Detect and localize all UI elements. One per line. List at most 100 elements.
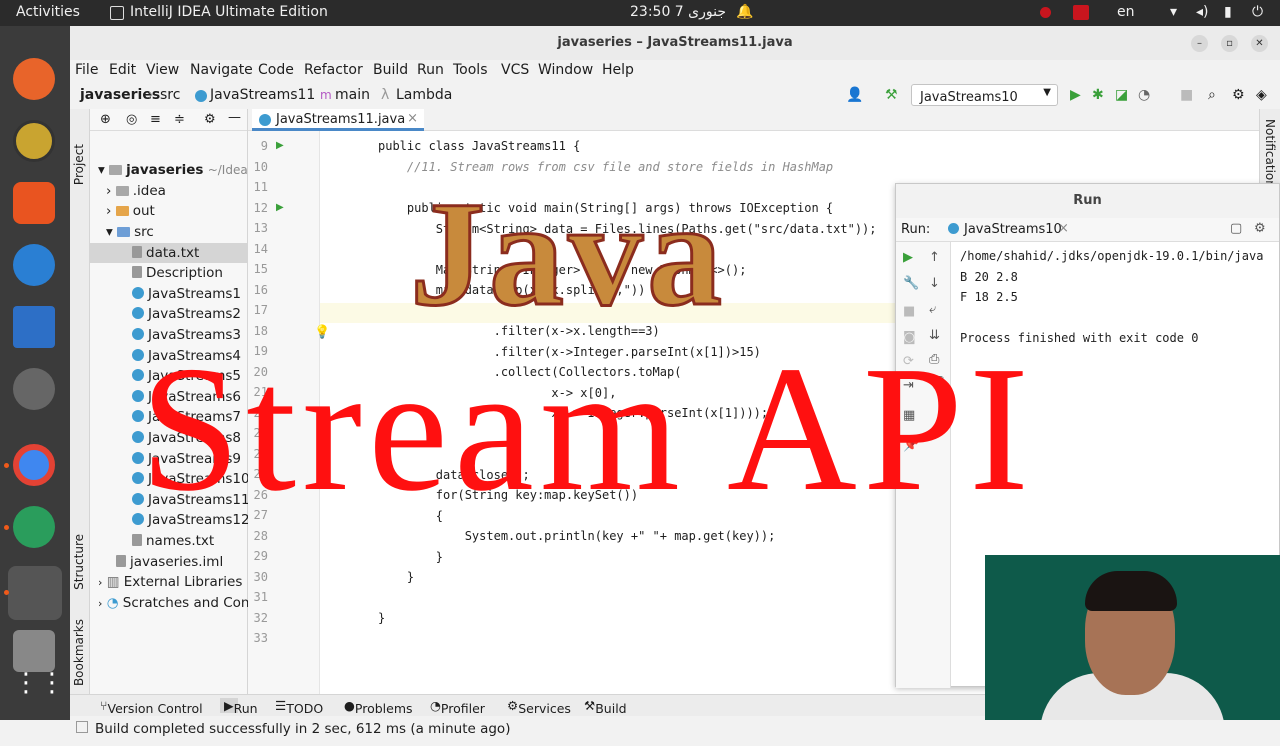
soft-wrap-icon[interactable]: ⤶ — [929, 302, 936, 317]
tree-item[interactable]: JavaStreams4 — [132, 346, 241, 366]
app-name[interactable]: IntelliJ IDEA Ultimate Edition — [130, 4, 328, 20]
drive-icon[interactable] — [13, 630, 55, 672]
print-icon[interactable]: ⎙ — [929, 352, 939, 367]
tree-item-selected[interactable]: data.txt — [90, 243, 247, 263]
coverage-icon[interactable]: ◪ — [1115, 87, 1128, 103]
writer-icon[interactable] — [13, 306, 55, 348]
tree-item[interactable]: JavaStreams3 — [132, 325, 241, 345]
power-menu-icon[interactable]: ⏻ — [1252, 4, 1263, 20]
scroll-up-icon[interactable]: ↑ — [929, 250, 940, 265]
tree-item[interactable]: JavaStreams10 — [132, 469, 250, 489]
settings-icon[interactable]: ⚙ — [204, 112, 216, 127]
menu-run[interactable]: Run — [417, 62, 444, 78]
menu-vcs[interactable]: VCS — [501, 62, 529, 78]
tree-root[interactable]: ▾ javaseries ~/IdeaPro — [98, 160, 267, 180]
run-gutter-icon[interactable]: ▶ — [276, 140, 284, 151]
tree-item[interactable]: JavaStreams6 — [132, 387, 241, 407]
chrome-icon[interactable] — [13, 444, 55, 486]
project-tool-tab[interactable]: Project — [72, 144, 86, 185]
show-apps-icon[interactable]: ⋮⋮ — [13, 668, 65, 710]
screen-share-icon[interactable] — [1073, 5, 1089, 20]
tree-item[interactable]: javaseries.iml — [116, 552, 223, 572]
add-icon[interactable]: ⊕ — [100, 112, 111, 127]
menu-tools[interactable]: Tools — [453, 62, 488, 78]
menu-view[interactable]: View — [146, 62, 179, 78]
tree-item[interactable]: JavaStreams12 — [132, 510, 250, 530]
profile-icon[interactable]: ◔ — [1138, 87, 1150, 103]
menu-refactor[interactable]: Refactor — [304, 62, 363, 78]
run-icon[interactable]: ▶ — [1070, 87, 1081, 103]
search-icon[interactable]: ⌕ — [1208, 87, 1216, 103]
locate-icon[interactable]: ◎ — [126, 112, 137, 127]
status-icon[interactable] — [76, 721, 88, 733]
tree-item[interactable]: JavaStreams2 — [132, 304, 241, 324]
debug-icon[interactable]: ✱ — [1092, 87, 1104, 103]
layout-icon[interactable]: ▦ — [903, 408, 915, 423]
close-run-tab-icon[interactable]: × — [1058, 221, 1069, 236]
help-icon[interactable] — [13, 244, 55, 286]
structure-tool-tab[interactable]: Structure — [72, 534, 86, 590]
browser-icon[interactable] — [13, 506, 55, 548]
software-updater-icon[interactable] — [13, 368, 55, 410]
firefox-icon[interactable] — [13, 58, 55, 100]
status-message[interactable]: Build completed successfully in 2 sec, 6… — [95, 721, 510, 737]
tree-item[interactable]: JavaStreams9 — [132, 449, 241, 469]
bell-icon[interactable]: 🔔 — [736, 4, 753, 20]
record-icon[interactable] — [1040, 7, 1051, 18]
todo-tab[interactable]: ☰ TODO — [275, 698, 323, 716]
close-button[interactable]: ✕ — [1251, 35, 1268, 52]
gear-icon[interactable]: ⚙ — [1232, 87, 1245, 103]
ide-updates-icon[interactable]: ◈ — [1256, 87, 1267, 103]
breadcrumb-method[interactable]: main — [335, 87, 370, 103]
run-gutter-icon[interactable]: ▶ — [276, 202, 284, 213]
menu-code[interactable]: Code — [258, 62, 294, 78]
expand-all-icon[interactable]: ≑ — [174, 112, 185, 127]
breadcrumb-class[interactable]: JavaStreams11 — [210, 87, 315, 103]
menu-help[interactable]: Help — [602, 62, 634, 78]
minimize-button[interactable]: – — [1191, 35, 1208, 52]
menu-window[interactable]: Window — [538, 62, 593, 78]
keyboard-layout[interactable]: en — [1117, 4, 1135, 20]
tree-item[interactable]: JavaStreams1 — [132, 284, 241, 304]
lightbulb-icon[interactable]: 💡 — [314, 325, 330, 340]
volume-icon[interactable]: ◂) — [1196, 4, 1209, 20]
build-tab[interactable]: ⚒ Build — [584, 698, 627, 716]
build-hammer-icon[interactable]: ⚒ — [885, 87, 898, 103]
tree-item[interactable]: › .idea — [106, 181, 166, 201]
breadcrumb-lambda[interactable]: Lambda — [396, 87, 452, 103]
hide-icon[interactable]: — — [228, 110, 241, 125]
menu-edit[interactable]: Edit — [109, 62, 136, 78]
editor-tab-active[interactable]: JavaStreams11.java × — [252, 109, 424, 131]
tree-item[interactable]: JavaStreams7 — [132, 407, 241, 427]
stop-icon[interactable]: ■ — [1180, 87, 1193, 103]
run-tab-label[interactable]: JavaStreams10 — [964, 222, 1062, 237]
bookmarks-tool-tab[interactable]: Bookmarks — [72, 619, 86, 686]
maximize-button[interactable]: ▫ — [1221, 35, 1238, 52]
camera-icon[interactable]: ◙ — [903, 330, 916, 345]
tree-item[interactable]: JavaStreams11 — [132, 490, 250, 510]
tree-item[interactable]: › ▥ External Libraries — [98, 572, 242, 592]
tree-item[interactable]: names.txt — [132, 531, 214, 551]
activities-button[interactable]: Activities — [16, 4, 80, 20]
clock[interactable]: 23:50 7 جنوری — [630, 4, 726, 20]
run-settings-icon[interactable]: ⚙ — [1254, 221, 1266, 236]
intellij-dock-icon[interactable] — [8, 566, 62, 620]
profiler-tab[interactable]: ◔ Profiler — [430, 698, 485, 716]
restore-layout-icon[interactable]: ▢ — [1230, 221, 1242, 236]
run-tab[interactable]: ▶ Run — [220, 698, 258, 716]
menu-navigate[interactable]: Navigate — [190, 62, 253, 78]
wifi-icon[interactable]: ▾ — [1170, 4, 1177, 20]
version-control-tab[interactable]: ⑂ Version Control — [100, 698, 203, 716]
tree-item[interactable]: JavaStreams5 — [132, 366, 241, 386]
wrench-icon[interactable]: 🔧 — [903, 276, 919, 291]
scroll-to-end-icon[interactable]: ⇊ — [929, 328, 940, 343]
tree-item[interactable]: ▾ src — [106, 222, 154, 242]
close-tab-icon[interactable]: × — [407, 111, 418, 126]
delete-icon[interactable]: 🗑 — [929, 376, 946, 391]
collapse-all-icon[interactable]: ≡ — [150, 112, 161, 127]
menu-file[interactable]: File — [75, 62, 98, 78]
exit-icon[interactable]: ⇥ — [903, 378, 914, 393]
menu-build[interactable]: Build — [373, 62, 408, 78]
software-store-icon[interactable] — [13, 182, 55, 224]
pin-icon[interactable]: 📌 — [903, 438, 919, 453]
